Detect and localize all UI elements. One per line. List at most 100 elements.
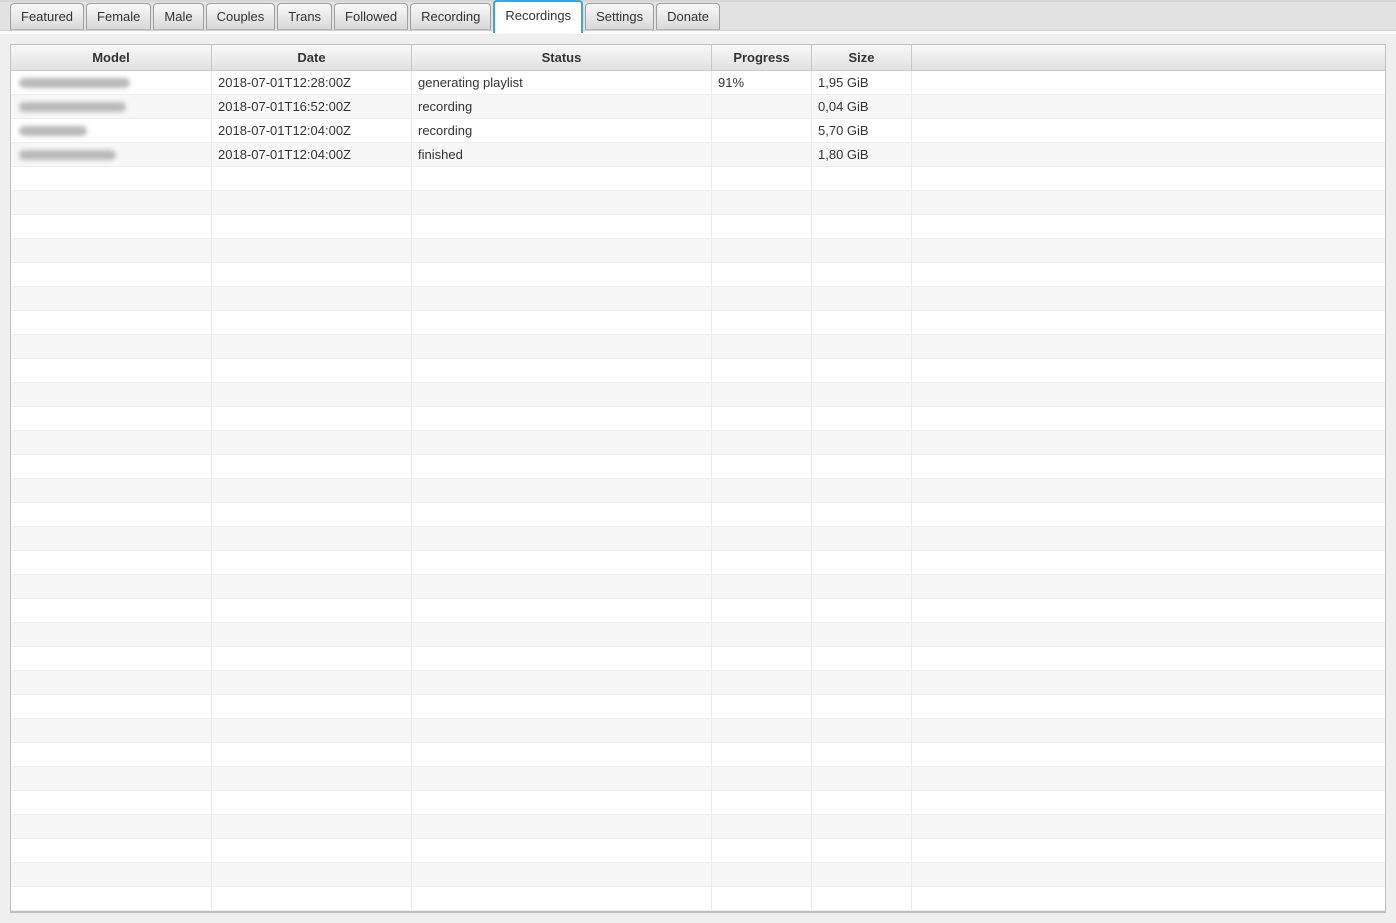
table-row-empty xyxy=(11,431,1385,455)
cell-empty xyxy=(712,191,812,214)
cell-empty xyxy=(212,335,412,358)
cell-empty xyxy=(412,743,712,766)
column-header-date[interactable]: Date xyxy=(212,45,412,70)
tab-followed[interactable]: Followed xyxy=(334,3,409,30)
tab-featured[interactable]: Featured xyxy=(10,3,85,30)
table-row-empty xyxy=(11,311,1385,335)
column-header-model[interactable]: Model xyxy=(11,45,212,70)
cell-empty xyxy=(11,551,212,574)
cell-filler xyxy=(912,719,1385,742)
cell-empty xyxy=(212,479,412,502)
cell-empty xyxy=(11,695,212,718)
cell-filler xyxy=(912,71,1385,94)
column-header-status[interactable]: Status xyxy=(412,45,712,70)
cell-empty xyxy=(412,815,712,838)
column-header-progress[interactable]: Progress xyxy=(712,45,812,70)
tab-recording[interactable]: Recording xyxy=(410,3,492,30)
cell-empty xyxy=(412,503,712,526)
table-row-empty xyxy=(11,815,1385,839)
cell-filler xyxy=(912,743,1385,766)
tab-donate[interactable]: Donate xyxy=(656,3,721,30)
column-header-filler xyxy=(912,45,1385,70)
cell-empty xyxy=(812,167,912,190)
cell-empty xyxy=(712,791,812,814)
cell-empty xyxy=(712,239,812,262)
cell-empty xyxy=(212,839,412,862)
table-row[interactable]: 2018-07-01T12:04:00Z finished 1,80 GiB xyxy=(11,143,1385,167)
cell-empty xyxy=(412,695,712,718)
table-row-empty xyxy=(11,263,1385,287)
cell-empty xyxy=(412,575,712,598)
cell-empty xyxy=(412,359,712,382)
table-row-empty xyxy=(11,527,1385,551)
cell-empty xyxy=(11,479,212,502)
cell-size: 5,70 GiB xyxy=(812,119,912,142)
table-row-empty xyxy=(11,551,1385,575)
cell-empty xyxy=(412,167,712,190)
cell-status: recording xyxy=(412,95,712,118)
tab-settings[interactable]: Settings xyxy=(585,3,655,30)
cell-filler xyxy=(912,455,1385,478)
cell-empty xyxy=(712,335,812,358)
tab-couples[interactable]: Couples xyxy=(205,3,276,30)
cell-empty xyxy=(212,647,412,670)
cell-empty xyxy=(412,863,712,886)
cell-empty xyxy=(11,191,212,214)
cell-empty xyxy=(712,599,812,622)
cell-empty xyxy=(812,767,912,790)
table-row[interactable]: 2018-07-01T12:04:00Z recording 5,70 GiB xyxy=(11,119,1385,143)
table-row-empty xyxy=(11,575,1385,599)
cell-filler xyxy=(912,335,1385,358)
cell-empty xyxy=(11,527,212,550)
tab-male[interactable]: Male xyxy=(153,3,204,30)
cell-filler xyxy=(912,407,1385,430)
cell-empty xyxy=(212,599,412,622)
cell-empty xyxy=(812,215,912,238)
cell-empty xyxy=(812,287,912,310)
cell-empty xyxy=(412,719,712,742)
tab-female[interactable]: Female xyxy=(86,3,152,30)
cell-empty xyxy=(712,287,812,310)
cell-empty xyxy=(712,407,812,430)
cell-empty xyxy=(212,743,412,766)
cell-empty xyxy=(812,383,912,406)
cell-date: 2018-07-01T12:04:00Z xyxy=(212,119,412,142)
cell-filler xyxy=(912,671,1385,694)
cell-empty xyxy=(712,359,812,382)
cell-empty xyxy=(11,359,212,382)
cell-empty xyxy=(812,431,912,454)
table-row-empty xyxy=(11,215,1385,239)
table-row-empty xyxy=(11,239,1385,263)
cell-empty xyxy=(412,791,712,814)
cell-empty xyxy=(412,671,712,694)
cell-filler xyxy=(912,263,1385,286)
cell-empty xyxy=(212,359,412,382)
table-row[interactable]: 2018-07-01T12:28:00Z generating playlist 9… xyxy=(11,71,1385,95)
model-name-redacted xyxy=(19,125,87,136)
tab-bar: Featured Female Male Couples Trans Followed Re… xyxy=(0,0,1396,33)
cell-empty xyxy=(712,479,812,502)
cell-filler xyxy=(912,167,1385,190)
cell-empty xyxy=(212,815,412,838)
cell-size: 0,04 GiB xyxy=(812,95,912,118)
cell-filler xyxy=(912,839,1385,862)
tab-recordings[interactable]: Recordings xyxy=(493,0,584,33)
cell-empty xyxy=(412,527,712,550)
cell-empty xyxy=(812,791,912,814)
tab-trans[interactable]: Trans xyxy=(277,3,333,30)
table-row-empty xyxy=(11,671,1385,695)
cell-empty xyxy=(712,743,812,766)
cell-empty xyxy=(11,863,212,886)
cell-empty xyxy=(412,455,712,478)
table-row[interactable]: 2018-07-01T16:52:00Z recording 0,04 GiB xyxy=(11,95,1385,119)
cell-empty xyxy=(412,551,712,574)
table-row-empty xyxy=(11,695,1385,719)
cell-empty xyxy=(11,887,212,910)
cell-empty xyxy=(812,311,912,334)
cell-progress xyxy=(712,119,812,142)
cell-empty xyxy=(212,791,412,814)
cell-empty xyxy=(11,335,212,358)
cell-empty xyxy=(412,311,712,334)
cell-empty xyxy=(712,575,812,598)
column-header-size[interactable]: Size xyxy=(812,45,912,70)
